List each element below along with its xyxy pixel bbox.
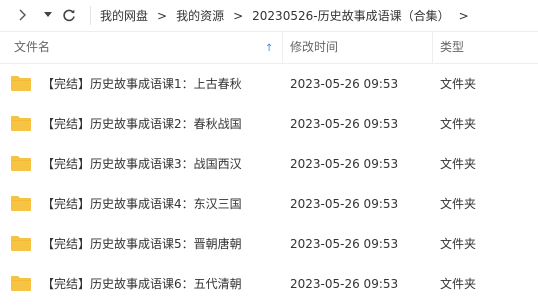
folder-icon bbox=[11, 156, 31, 171]
folder-icon bbox=[11, 76, 31, 91]
caret-down-icon[interactable] bbox=[42, 5, 54, 25]
column-header-modified[interactable]: 修改时间 bbox=[290, 32, 338, 63]
list-item[interactable]: 【完结】历史故事成语课4：东汉三国 2023-05-26 09:53 文件夹 bbox=[0, 184, 538, 224]
file-modified-time: 2023-05-26 09:53 bbox=[290, 157, 399, 171]
file-type: 文件夹 bbox=[440, 277, 477, 291]
file-type: 文件夹 bbox=[440, 117, 477, 131]
file-type: 文件夹 bbox=[440, 237, 477, 251]
breadcrumb-separator: > bbox=[458, 8, 469, 23]
file-name[interactable]: 【完结】历史故事成语课2：春秋战国 bbox=[42, 104, 242, 144]
file-name[interactable]: 【完结】历史故事成语课5：晋朝唐朝 bbox=[42, 224, 242, 264]
column-divider[interactable] bbox=[282, 32, 283, 63]
toolbar-divider bbox=[90, 6, 91, 25]
column-header-name[interactable]: 文件名 bbox=[14, 32, 50, 63]
toolbar: 我的网盘 > 我的资源 > 20230526-历史故事成语课（合集） > bbox=[0, 0, 538, 31]
breadcrumb-item-my-resources[interactable]: 我的资源 bbox=[176, 7, 224, 24]
breadcrumb-item-current-folder[interactable]: 20230526-历史故事成语课（合集） bbox=[252, 7, 449, 24]
chevron-right-icon[interactable] bbox=[14, 5, 30, 25]
folder-icon bbox=[11, 116, 31, 131]
breadcrumb-separator: > bbox=[157, 8, 168, 23]
file-type: 文件夹 bbox=[440, 197, 477, 211]
breadcrumb-item-my-drive[interactable]: 我的网盘 bbox=[100, 7, 148, 24]
file-type: 文件夹 bbox=[440, 157, 477, 171]
list-item[interactable]: 【完结】历史故事成语课3：战国西汉 2023-05-26 09:53 文件夹 bbox=[0, 144, 538, 184]
file-list-header: 文件名 ↑ 修改时间 类型 bbox=[0, 31, 538, 64]
file-type: 文件夹 bbox=[440, 77, 477, 91]
column-header-type[interactable]: 类型 bbox=[440, 32, 464, 63]
folder-icon bbox=[11, 236, 31, 251]
breadcrumb: 我的网盘 > 我的资源 > 20230526-历史故事成语课（合集） > bbox=[100, 0, 478, 31]
list-item[interactable]: 【完结】历史故事成语课6：五代清朝 2023-05-26 09:53 文件夹 bbox=[0, 264, 538, 304]
folder-icon bbox=[11, 276, 31, 291]
file-list: 【完结】历史故事成语课1：上古春秋 2023-05-26 09:53 文件夹 【… bbox=[0, 64, 538, 304]
file-modified-time: 2023-05-26 09:53 bbox=[290, 197, 399, 211]
file-modified-time: 2023-05-26 09:53 bbox=[290, 117, 399, 131]
list-item[interactable]: 【完结】历史故事成语课2：春秋战国 2023-05-26 09:53 文件夹 bbox=[0, 104, 538, 144]
file-name[interactable]: 【完结】历史故事成语课1：上古春秋 bbox=[42, 64, 242, 104]
file-name[interactable]: 【完结】历史故事成语课3：战国西汉 bbox=[42, 144, 242, 184]
list-item[interactable]: 【完结】历史故事成语课5：晋朝唐朝 2023-05-26 09:53 文件夹 bbox=[0, 224, 538, 264]
file-modified-time: 2023-05-26 09:53 bbox=[290, 237, 399, 251]
sort-ascending-icon[interactable]: ↑ bbox=[265, 33, 273, 64]
folder-icon bbox=[11, 196, 31, 211]
file-name[interactable]: 【完结】历史故事成语课6：五代清朝 bbox=[42, 264, 242, 304]
breadcrumb-separator: > bbox=[233, 8, 244, 23]
file-modified-time: 2023-05-26 09:53 bbox=[290, 77, 399, 91]
file-modified-time: 2023-05-26 09:53 bbox=[290, 277, 399, 291]
column-divider[interactable] bbox=[432, 32, 433, 63]
refresh-icon[interactable] bbox=[60, 5, 78, 25]
list-item[interactable]: 【完结】历史故事成语课1：上古春秋 2023-05-26 09:53 文件夹 bbox=[0, 64, 538, 104]
file-name[interactable]: 【完结】历史故事成语课4：东汉三国 bbox=[42, 184, 242, 224]
